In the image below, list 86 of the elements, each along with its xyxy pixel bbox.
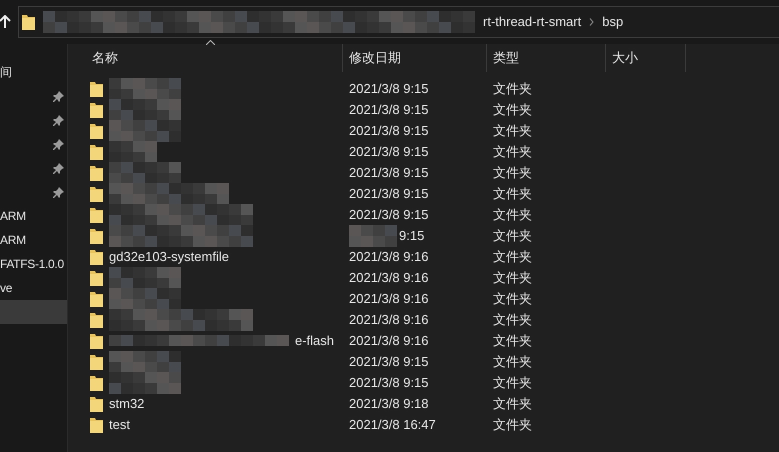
date-cell-text: 2021/3/8 9:15	[348, 184, 430, 203]
blurred-name	[109, 98, 181, 120]
date-cell-text: 2021/3/8 9:16	[348, 290, 430, 308]
folder-icon	[90, 332, 103, 348]
folder-icon	[90, 206, 103, 222]
folder-icon	[90, 416, 103, 432]
folder-icon	[90, 354, 103, 370]
file-name-cell[interactable]: stm32	[86, 394, 343, 414]
folder-icon	[90, 374, 103, 390]
path-segment[interactable]: rt-thread-rt-smart	[483, 12, 582, 32]
type-cell-text: 文件夹	[492, 310, 533, 329]
blurred-date	[349, 224, 397, 246]
blurred-name	[109, 266, 181, 288]
type-cell-text: 文件夹	[492, 332, 533, 350]
nav-item[interactable]: ARM	[0, 204, 67, 228]
date-cell-text: 2021/3/8 9:16	[348, 332, 430, 350]
pin-icon	[53, 114, 64, 126]
pin-icon	[53, 186, 64, 198]
folder-icon	[90, 122, 103, 138]
column-header[interactable]: 类型	[487, 44, 606, 72]
path-segment[interactable]: bsp	[602, 12, 624, 32]
folder-icon	[90, 312, 103, 328]
column-header[interactable]: 名称	[86, 44, 343, 72]
column-header[interactable]: 大小	[606, 44, 686, 72]
folder-icon	[22, 14, 35, 30]
type-cell-text: 文件夹	[492, 184, 533, 203]
type-cell-text: 文件夹	[492, 122, 533, 140]
nav-label: ARM	[0, 232, 26, 249]
folder-icon	[90, 228, 103, 244]
nav-label: ARM	[0, 208, 26, 225]
nav-label: 间	[0, 64, 12, 81]
blurred-name	[109, 78, 181, 100]
nav-label: ve	[0, 280, 12, 297]
up-arrow-icon[interactable]	[0, 15, 11, 29]
folder-icon	[90, 290, 103, 306]
type-cell-text: 文件夹	[492, 142, 533, 161]
folder-icon	[90, 270, 103, 286]
chevron-icon	[589, 18, 594, 26]
type-cell-text: 文件夹	[492, 164, 533, 182]
date-cell-text: 2021/3/8 9:16	[348, 268, 430, 287]
type-cell-text: 文件夹	[492, 394, 533, 413]
type-cell-text: 文件夹	[492, 374, 533, 392]
file-name-cell[interactable]: test	[86, 414, 343, 434]
pin-icon	[53, 162, 64, 174]
folder-icon	[90, 80, 103, 96]
column-header[interactable]: 修改日期	[343, 44, 487, 72]
date-cell-text: 2021/3/8 9:15	[348, 100, 430, 119]
folder-icon	[90, 186, 103, 202]
type-cell-text: 文件夹	[492, 100, 533, 119]
date-cell-text: 2021/3/8 9:15	[348, 352, 430, 371]
date-cell-text: 2021/3/8 9:15	[348, 122, 430, 140]
blurred-name	[109, 372, 181, 394]
file-name-cell[interactable]: e-flash	[86, 330, 343, 350]
date-cell-text: 2021/3/8 9:15	[348, 164, 430, 182]
type-cell-text: 文件夹	[492, 80, 533, 98]
date-cell-text: 2021/3/8 9:16	[348, 310, 430, 329]
address-bar[interactable]: rt-thread-rt-smart bsp	[18, 6, 779, 38]
folder-icon	[90, 102, 103, 118]
nav-label: FATFS-1.0.0	[0, 256, 64, 273]
date-cell-text: 2021/3/8 9:15	[348, 80, 430, 98]
type-cell-text: 文件夹	[492, 248, 533, 266]
type-cell-text: 文件夹	[492, 290, 533, 308]
date-cell: 9:15	[343, 224, 487, 246]
file-name-cell[interactable]: gd32e103-systemfile	[86, 246, 343, 266]
date-cell-text: 2021/3/8 9:15	[348, 142, 430, 161]
date-cell-text: 2021/3/8 9:15	[348, 374, 430, 392]
folder-icon	[90, 164, 103, 180]
folder-icon	[90, 248, 103, 264]
date-cell-text: 2021/3/8 9:16	[348, 248, 430, 266]
date-cell-text: 2021/3/8 9:15	[348, 206, 430, 224]
date-cell-text: 2021/3/8 16:47	[348, 416, 437, 434]
nav-item[interactable]: FATFS-1.0.0	[0, 252, 67, 276]
pin-icon	[53, 90, 64, 102]
nav-item[interactable]: ve	[0, 276, 67, 300]
type-cell-text: 文件夹	[492, 352, 533, 371]
blurred-name	[109, 350, 181, 372]
type-cell-text: 文件夹	[492, 206, 533, 224]
nav-item[interactable]: 间	[0, 60, 67, 84]
folder-icon	[90, 144, 103, 160]
type-cell-text: 文件夹	[492, 226, 533, 245]
nav-item[interactable]: ARM	[0, 228, 67, 252]
type-cell-text: 文件夹	[492, 268, 533, 287]
type-cell-text: 文件夹	[492, 416, 533, 434]
date-cell-text: 2021/3/8 9:18	[348, 394, 430, 413]
folder-icon	[90, 396, 103, 412]
pin-icon	[53, 138, 64, 150]
